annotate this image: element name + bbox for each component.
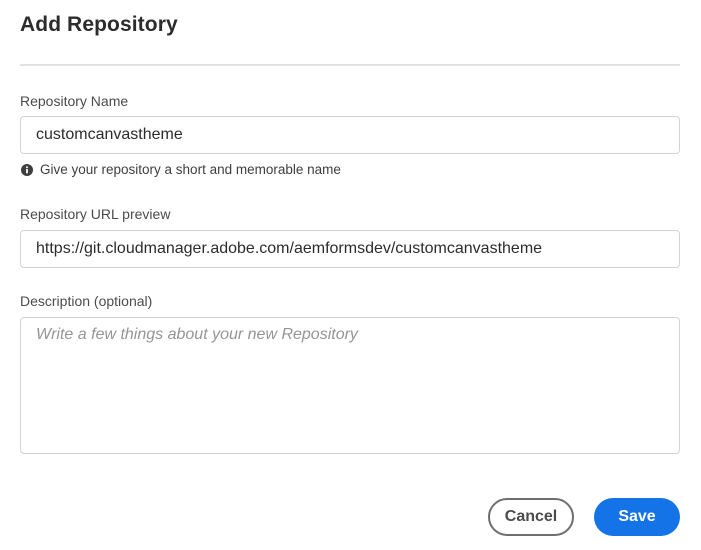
- dialog-title: Add Repository: [20, 13, 178, 36]
- description-label: Description (optional): [20, 293, 153, 309]
- save-button-label: Save: [618, 508, 656, 525]
- info-icon: [21, 163, 33, 176]
- repository-name-help-text: Give your repository a short and memorab…: [40, 162, 341, 177]
- repository-url-label: Repository URL preview: [20, 206, 171, 222]
- cancel-button[interactable]: Cancel: [488, 498, 574, 536]
- title-divider: [20, 64, 680, 66]
- repository-url-preview-field[interactable]: https://git.cloudmanager.adobe.com/aemfo…: [20, 230, 680, 268]
- repository-name-label: Repository Name: [20, 93, 129, 109]
- repository-name-help: Give your repository a short and memorab…: [21, 162, 341, 177]
- save-button[interactable]: Save: [594, 498, 680, 536]
- cancel-button-label: Cancel: [504, 508, 558, 525]
- repository-name-input[interactable]: [20, 116, 680, 154]
- repository-url-value: https://git.cloudmanager.adobe.com/aemfo…: [36, 240, 543, 257]
- description-textarea[interactable]: [20, 317, 680, 454]
- add-repository-dialog: Add Repository Repository Name Give your…: [0, 0, 701, 550]
